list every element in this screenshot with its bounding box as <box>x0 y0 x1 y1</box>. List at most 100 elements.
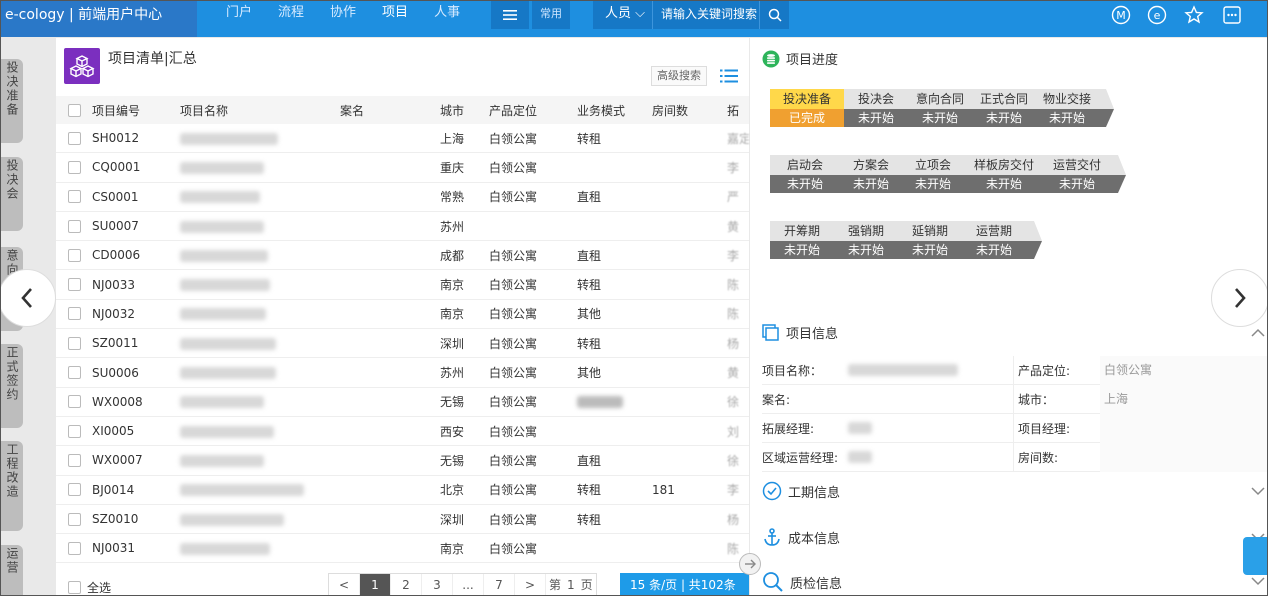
cell-name[interactable] <box>180 160 340 174</box>
row-checkbox[interactable] <box>67 453 81 467</box>
cell-code[interactable]: CS0001 <box>92 190 180 204</box>
row-checkbox[interactable] <box>67 307 81 321</box>
cell-code[interactable]: WX0007 <box>92 453 180 467</box>
cell-name[interactable] <box>180 453 340 467</box>
col-product[interactable]: 产品定位 <box>489 102 577 119</box>
stage-item[interactable]: 运营交付 未开始 <box>1044 155 1110 193</box>
nav-collab[interactable]: 协作 <box>317 1 369 37</box>
stage-item[interactable]: 物业交接 未开始 <box>1036 89 1098 127</box>
table-row[interactable]: WX0008 无锡 白领公寓 徐 <box>56 388 749 417</box>
cell-name[interactable] <box>180 190 340 204</box>
table-row[interactable]: BJ0014 北京 白领公寓 转租 181 李 <box>56 476 749 505</box>
select-all[interactable]: 全选 <box>68 579 111 595</box>
list-view-icon[interactable] <box>720 69 738 83</box>
cell-name[interactable] <box>180 395 340 409</box>
cell-code[interactable]: NJ0032 <box>92 307 180 321</box>
col-city[interactable]: 城市 <box>440 102 489 119</box>
stage-item[interactable]: 样板房交付 未开始 <box>964 155 1044 193</box>
row-checkbox[interactable] <box>67 190 81 204</box>
cell-code[interactable]: SZ0011 <box>92 336 180 350</box>
chevron-down-icon[interactable] <box>1251 486 1265 496</box>
nav-project[interactable]: 项目 <box>369 1 421 37</box>
quality-header[interactable]: 质检信息 <box>762 571 842 593</box>
rail-tab-invest-prep[interactable]: 投决准备 <box>1 59 23 143</box>
page-1[interactable]: 1 <box>360 574 391 595</box>
table-row[interactable]: NJ0033 南京 白领公寓 转租 陈 <box>56 270 749 300</box>
stage-item[interactable]: 启动会 未开始 <box>770 155 840 193</box>
goto-page-input[interactable]: 1 <box>564 574 578 595</box>
col-case-name[interactable]: 案名 <box>340 102 440 119</box>
cell-code[interactable]: SH0012 <box>92 131 180 145</box>
stage-item[interactable]: 投决准备 已完成 <box>770 89 844 127</box>
per-page-select[interactable]: 15 条/页 | 共102条 <box>620 573 749 595</box>
stage-item[interactable]: 强销期 未开始 <box>834 221 898 259</box>
next-project-button[interactable] <box>1211 269 1267 327</box>
row-checkbox[interactable] <box>67 219 81 233</box>
chevron-down-icon[interactable] <box>1251 576 1265 586</box>
row-checkbox[interactable] <box>67 131 81 145</box>
rail-tab-operation[interactable]: 运营 <box>1 545 23 595</box>
rail-tab-invest-meeting[interactable]: 投决会 <box>1 157 23 231</box>
table-row[interactable]: SU0006 苏州 白领公寓 其他 黄 <box>56 358 749 388</box>
table-row[interactable]: SZ0011 深圳 白领公寓 转租 杨 <box>56 329 749 359</box>
cell-code[interactable]: SZ0010 <box>92 512 180 526</box>
cell-code[interactable]: SU0007 <box>92 219 180 233</box>
cell-code[interactable]: NJ0033 <box>92 278 180 292</box>
nav-workflow[interactable]: 流程 <box>265 1 317 37</box>
cell-code[interactable]: SU0006 <box>92 366 180 380</box>
chevron-up-icon[interactable] <box>1251 328 1265 338</box>
table-row[interactable]: CS0001 常熟 白领公寓 直租 严 <box>56 183 749 212</box>
page-2[interactable]: 2 <box>391 574 422 595</box>
schedule-header[interactable]: 工期信息 <box>762 481 840 501</box>
stage-item[interactable]: 延销期 未开始 <box>898 221 962 259</box>
row-checkbox[interactable] <box>67 336 81 350</box>
row-checkbox[interactable] <box>67 278 81 292</box>
cell-code[interactable]: NJ0031 <box>92 541 180 555</box>
cell-code[interactable]: XI0005 <box>92 424 180 438</box>
rail-tab-formal-sign[interactable]: 正式签约 <box>1 344 23 428</box>
search-button[interactable] <box>759 1 789 29</box>
stage-item[interactable]: 投决会 未开始 <box>844 89 908 127</box>
col-code[interactable]: 项目编号 <box>92 102 180 119</box>
cell-name[interactable] <box>180 336 340 350</box>
cell-name[interactable] <box>180 512 340 526</box>
select-all-checkbox[interactable] <box>68 581 81 594</box>
cell-name[interactable] <box>180 219 340 233</box>
cell-name[interactable] <box>180 424 340 438</box>
stage-item[interactable]: 立项会 未开始 <box>902 155 964 193</box>
cell-code[interactable]: CD0006 <box>92 248 180 262</box>
table-row[interactable]: SZ0010 深圳 白领公寓 转租 杨 <box>56 505 749 535</box>
cell-name[interactable] <box>180 248 340 262</box>
row-checkbox[interactable] <box>67 541 81 555</box>
table-row[interactable]: XI0005 西安 白领公寓 刘 <box>56 417 749 447</box>
table-row[interactable]: NJ0031 南京 白领公寓陈 <box>56 534 749 564</box>
e-icon[interactable]: e <box>1147 5 1167 25</box>
row-checkbox[interactable] <box>67 395 81 409</box>
chat-icon[interactable] <box>1243 537 1267 575</box>
cell-name[interactable] <box>180 278 340 292</box>
table-row[interactable]: SH0012 上海 白领公寓 转租 嘉定 <box>56 124 749 154</box>
search-scope-select[interactable]: 人员 ⌵ <box>593 1 653 29</box>
col-expansion[interactable]: 拓 <box>727 102 749 119</box>
collapse-toggle-icon[interactable] <box>739 553 761 575</box>
header-checkbox[interactable] <box>67 103 81 117</box>
info-header[interactable]: 项目信息 <box>762 323 838 342</box>
search-input[interactable]: 请输入关键词搜索 <box>653 1 759 29</box>
page-7[interactable]: 7 <box>484 574 515 595</box>
stage-item[interactable]: 开筹期 未开始 <box>770 221 834 259</box>
cell-name[interactable] <box>180 131 340 145</box>
brand-title[interactable]: e-cology | 前端用户中心 <box>1 1 197 37</box>
col-rooms[interactable]: 房间数 <box>652 102 727 119</box>
page-3[interactable]: 3 <box>422 574 453 595</box>
nav-portal[interactable]: 门户 <box>213 1 265 37</box>
cell-name[interactable] <box>180 366 340 380</box>
col-business-mode[interactable]: 业务模式 <box>577 102 652 119</box>
table-row[interactable]: NJ0032 南京 白领公寓 其他 陈 <box>56 300 749 330</box>
col-name[interactable]: 项目名称 <box>180 102 340 119</box>
nav-hr[interactable]: 人事 <box>421 1 473 37</box>
stage-item[interactable]: 意向合同 未开始 <box>908 89 972 127</box>
row-checkbox[interactable] <box>67 424 81 438</box>
row-checkbox[interactable] <box>67 366 81 380</box>
menu-button[interactable] <box>491 1 529 29</box>
table-row[interactable]: WX0007 无锡 白领公寓 直租 徐 <box>56 446 749 476</box>
